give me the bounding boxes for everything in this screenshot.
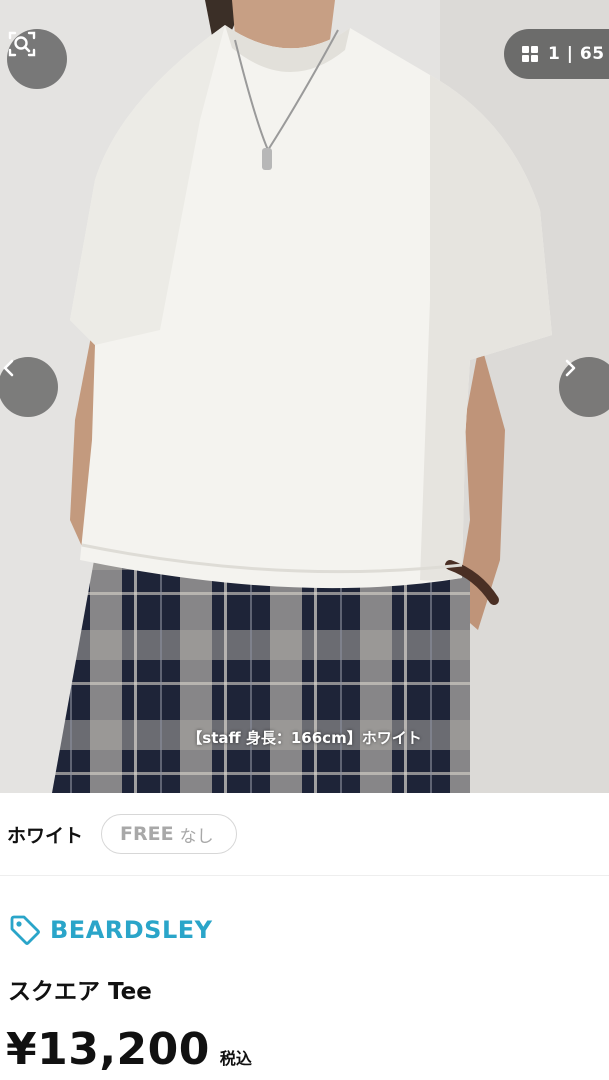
model-photo-illustration (0, 0, 609, 793)
product-price: ¥13,200 (6, 1024, 210, 1075)
image-counter-text: 1 | 65 (548, 44, 605, 64)
price-row: ¥13,200 税込 (6, 1024, 252, 1075)
brand-link[interactable]: BEARDSLEY (8, 913, 213, 947)
size-label: FREE (120, 823, 174, 845)
stock-status: なし (179, 826, 214, 847)
zoom-search-icon (8, 31, 36, 57)
color-label: ホワイト (7, 824, 84, 847)
previous-image-button[interactable] (0, 357, 58, 417)
size-option-chip[interactable]: FREE なし (101, 814, 237, 854)
image-caption: 【staff 身長：166cm】ホワイト (187, 729, 422, 747)
product-image[interactable]: 1 | 65 【staff 身長：166cm】ホワイト (0, 0, 609, 793)
image-counter[interactable]: 1 | 65 (504, 29, 609, 79)
chevron-right-icon (565, 359, 576, 377)
tax-included-label: 税込 (219, 1049, 252, 1068)
variant-selector: ホワイト FREE なし (0, 793, 609, 876)
zoom-button[interactable] (7, 29, 67, 89)
chevron-left-icon (3, 359, 14, 377)
brand-name: BEARDSLEY (50, 916, 213, 944)
tag-icon (10, 915, 40, 945)
product-title: スクエア Tee (8, 979, 152, 1005)
grid-icon (522, 46, 538, 62)
